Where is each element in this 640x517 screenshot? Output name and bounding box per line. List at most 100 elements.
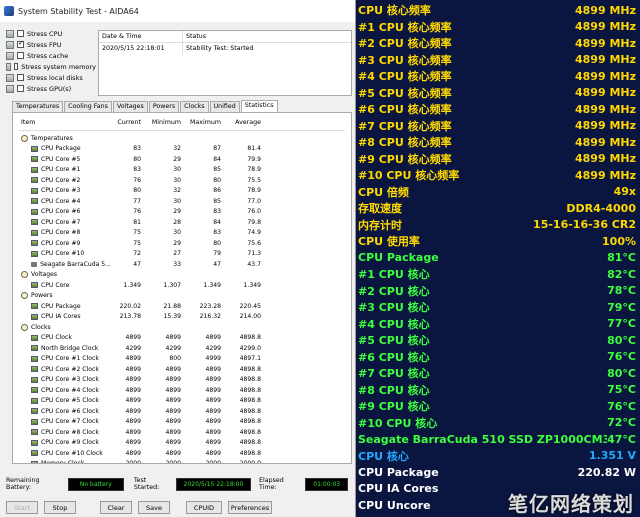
stress-checkbox[interactable] [17,52,24,59]
osd-label: #3 CPU 核心频率 [358,53,452,67]
osd-value: 80°C [607,333,636,347]
statistics-row[interactable]: CPU Core #9 Clock 4899 4899 4899 4898.8 [19,438,345,449]
header-average[interactable]: Average [223,119,263,130]
title-bar[interactable]: System Stability Test - AIDA64 [0,0,355,22]
row-item-label: CPU Core #10 [41,250,85,258]
statistics-row[interactable]: CPU Package 83 32 87 81.4 [19,144,345,155]
stress-option[interactable]: Stress CPU [6,28,96,39]
preferences-button[interactable]: Preferences [228,501,272,514]
statistics-row[interactable]: CPU Core #8 Clock 4899 4899 4899 4898.8 [19,427,345,438]
statistics-row[interactable]: Memory Clock2000200020002000.0 [19,459,345,463]
stress-option[interactable]: Stress cache [6,50,96,61]
row-item-label: CPU IA Cores [41,313,81,321]
header-item[interactable]: Item [19,119,111,130]
statistics-row[interactable]: CPU Core #7 Clock 4899 4899 4899 4898.8 [19,417,345,428]
statistics-group[interactable]: Powers [19,291,345,302]
row-average: 74.9 [247,229,261,237]
header-maximum[interactable]: Maximum [183,119,223,130]
stress-checkbox[interactable] [17,85,24,92]
statistics-group[interactable]: Voltages [19,270,345,281]
cpuid-button[interactable]: CPUID [186,501,222,514]
sensor-chip-icon [31,387,38,394]
statistics-row[interactable]: CPU Clock 4899 4899 4899 4898.8 [19,333,345,344]
statistics-row[interactable]: CPU Core #6 76 29 83 76.0 [19,207,345,218]
statistics-row[interactable]: CPU Core #2 76 30 80 75.5 [19,175,345,186]
row-maximum: 4899 [205,376,221,384]
statistics-row[interactable]: CPU Core #2 Clock 4899 4899 4899 4898.8 [19,364,345,375]
osd-row: #6 CPU 核心 76°C [356,349,640,366]
osd-value: 4899 MHz [575,168,636,182]
row-current: 76 [133,176,141,184]
tab-unified[interactable]: Unified [209,101,240,112]
log-row[interactable]: 2020/5/15 22:18:01 Stability Test: Start… [99,43,351,55]
statistics-group[interactable]: Clocks [19,322,345,333]
log-header-status[interactable]: Status [183,31,351,42]
stop-button[interactable]: Stop [44,501,76,514]
log-header-datetime[interactable]: Date & Time [99,31,183,42]
stress-checkbox[interactable] [13,63,19,70]
statistics-row[interactable]: CPU Core #4 77 30 85 77.0 [19,196,345,207]
statistics-row[interactable]: CPU Core 1.349 1.307 1.349 1.349 [19,280,345,291]
osd-label: #8 CPU 核心频率 [358,136,452,150]
row-maximum: 47 [213,260,221,268]
row-current: 4899 [125,439,141,447]
osd-label: #7 CPU 核心频率 [358,119,452,133]
row-average: 76.0 [247,208,261,216]
osd-row: CPU 使用率 100% [356,233,640,250]
statistics-row[interactable]: CPU IA Cores 213.78 15.39 216.32 214.00 [19,312,345,323]
osd-value: 72°C [607,416,636,430]
statistics-row[interactable]: CPU Core #6 Clock 4899 4899 4899 4898.8 [19,406,345,417]
statistics-row[interactable]: CPU Core #5 Clock 4899 4899 4899 4898.8 [19,396,345,407]
save-button[interactable]: Save [138,501,170,514]
statistics-row[interactable]: CPU Core #10 Clock 4899 4899 4899 4898.8 [19,448,345,459]
start-button[interactable]: Start [6,501,38,514]
statistics-row[interactable]: CPU Core #3 Clock 4899 4899 4899 4898.8 [19,375,345,386]
tab-powers[interactable]: Powers [148,101,180,112]
sensor-chip-icon [31,250,38,257]
tab-clocks[interactable]: Clocks [180,101,209,112]
statistics-group[interactable]: Temperatures [19,133,345,144]
stress-checkbox[interactable] [17,39,24,48]
statistics-row[interactable]: CPU Core #9 75 29 80 75.6 [19,238,345,249]
osd-row: #9 CPU 核心频率 4899 MHz [356,151,640,168]
statistics-row[interactable]: North Bridge Clock 4299 4299 4299 4299.0 [19,343,345,354]
status-bar: Remaining Battery: No battery Test Start… [6,476,352,492]
row-average: 4898.8 [239,418,261,426]
statistics-row[interactable]: CPU Core #3 80 32 86 78.9 [19,186,345,197]
stress-option[interactable]: Stress GPU(s) [6,83,96,94]
row-average: 78.9 [247,187,261,195]
row-average: 78.9 [247,166,261,174]
stress-option[interactable]: Stress local disks [6,72,96,83]
statistics-row[interactable]: CPU Core #7 81 28 84 79.8 [19,217,345,228]
stress-option[interactable]: Stress system memory [6,61,96,72]
osd-overlay: CPU 核心频率 4899 MHz #1 CPU 核心频率 4899 MHz #2 CP… [356,0,640,517]
header-current[interactable]: Current [111,119,143,130]
row-minimum: 30 [173,166,181,174]
statistics-row[interactable]: Seagate BarraCuda 5... 47 33 47 43.7 [19,259,345,270]
statistics-row[interactable]: CPU Core #1 Clock 4899 800 4999 4897.1 [19,354,345,365]
row-item-label: CPU Core #5 [41,155,81,163]
osd-label: #6 CPU 核心频率 [358,103,452,117]
tab-temperatures[interactable]: Temperatures [12,101,64,112]
stress-option[interactable]: Stress FPU [6,39,96,50]
tab-cooling-fans[interactable]: Cooling Fans [64,101,112,112]
statistics-row[interactable]: CPU Package 220.02 21.88 223.28 220.45 [19,301,345,312]
row-maximum: 223.28 [199,302,221,310]
row-average: 4898.8 [239,365,261,373]
osd-row: #5 CPU 核心 80°C [356,332,640,349]
stress-checkbox[interactable] [17,30,24,37]
tab-statistics[interactable]: Statistics [240,100,278,112]
battery-label: Remaining Battery: [6,477,40,491]
osd-label: #1 CPU 核心频率 [358,20,452,34]
tab-voltages[interactable]: Voltages [112,101,148,112]
row-maximum: 4899 [205,428,221,436]
clear-button[interactable]: Clear [100,501,132,514]
statistics-row[interactable]: CPU Core #8 75 30 83 74.9 [19,228,345,239]
log-datetime: 2020/5/15 22:18:01 [99,43,183,55]
statistics-row[interactable]: CPU Core #4 Clock 4899 4899 4899 4898.8 [19,385,345,396]
stress-checkbox[interactable] [17,74,24,81]
statistics-row[interactable]: CPU Core #10 72 27 79 71.3 [19,249,345,260]
header-minimum[interactable]: Minimum [143,119,183,130]
statistics-row[interactable]: CPU Core #1 83 30 85 78.9 [19,165,345,176]
statistics-row[interactable]: CPU Core #5 80 29 84 79.9 [19,154,345,165]
